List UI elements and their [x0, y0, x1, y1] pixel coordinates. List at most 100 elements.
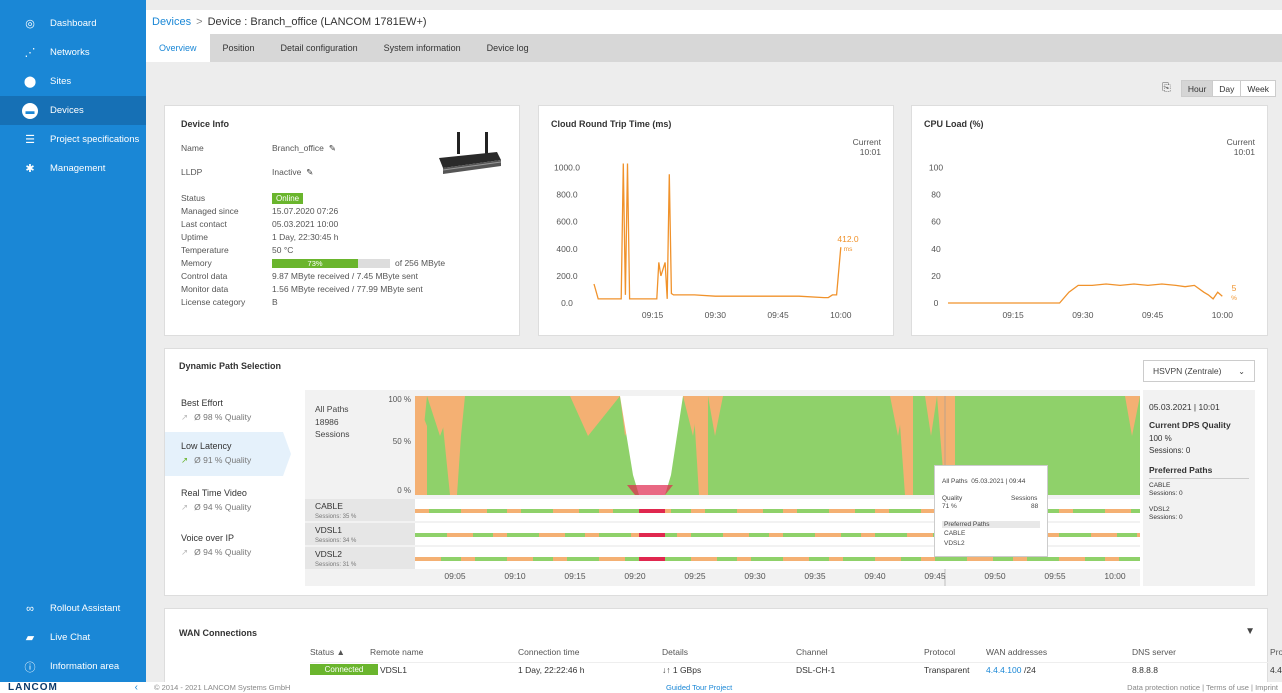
info-value: B [272, 297, 278, 307]
add-widget-button[interactable]: ⎘ [1156, 80, 1177, 97]
path-quality-segment [579, 509, 599, 513]
tab-overview[interactable]: Overview [146, 34, 210, 62]
path-quality-segment [691, 557, 717, 561]
info-key: Managed since [181, 206, 239, 216]
status-badge: Online [272, 193, 304, 204]
sidebar-item-sites[interactable]: ⬤ Sites [0, 67, 146, 96]
info-row-status: Status Online [181, 193, 304, 204]
dps-quality-low [627, 485, 673, 495]
x-tick-label: 09:40 [864, 571, 886, 581]
sidebar-item-information-area[interactable]: ⓘ Information area [0, 652, 146, 681]
column-header[interactable]: Details [662, 647, 688, 657]
path-quality-segment [461, 509, 487, 513]
breadcrumb-devices-link[interactable]: Devices [152, 16, 191, 28]
sidebar-item-label: Networks [50, 47, 90, 58]
summary-sessions: Sessions: 0 [1149, 446, 1191, 455]
path-quality-segment [1091, 533, 1117, 537]
path-sessions: Sessions: 35 % [315, 514, 357, 520]
memory-total: of 256 MByte [395, 258, 446, 268]
sidebar-item-devices[interactable]: ▬ Devices [0, 96, 146, 125]
collapse-sidebar-button[interactable]: ‹ [135, 682, 138, 693]
cpu-load-panel: CPU Load (%) Current 10:01 100 80 60 40 20 0 0… [911, 105, 1268, 336]
tab-detail-configuration[interactable]: Detail configuration [268, 34, 371, 62]
current-unit-label: % [1231, 295, 1237, 302]
x-tick-label: 09:15 [564, 571, 586, 581]
path-quality-segment [1119, 557, 1140, 561]
wan-address-link[interactable]: 4.4.4.100 [986, 665, 1021, 675]
tab-system-information[interactable]: System information [371, 34, 474, 62]
path-quality-segment [723, 533, 749, 537]
x-tick-label: 09:30 [1072, 310, 1094, 320]
column-header[interactable]: Provider gateway [1270, 647, 1282, 657]
table-row[interactable]: Connected VDSL1 1 Day, 22:22:46 h ↓↑ 1 G… [310, 662, 1282, 675]
info-value: Branch_office [272, 143, 324, 153]
range-day-button[interactable]: Day [1213, 80, 1242, 97]
dns-server: 8.8.8.8 [1132, 665, 1158, 675]
y-tick-label: 400.0 [556, 244, 578, 254]
sidebar-item-live-chat[interactable]: ▰ Live Chat [0, 623, 146, 652]
path-quality-segment [691, 509, 705, 513]
sessions-label: Sessions [315, 429, 350, 439]
sliders-icon: ☰ [25, 134, 35, 146]
sidebar-item-dashboard[interactable]: ◎ Dashboard [0, 9, 146, 38]
remote-name: VDSL1 [380, 665, 407, 675]
info-row-memory: Memory 73% of 256 MByte [181, 258, 445, 268]
path-quality-segment [473, 533, 493, 537]
path-quality-segment [829, 509, 855, 513]
path-quality-segment [521, 509, 553, 513]
path-quality-segment [737, 509, 763, 513]
range-week-button[interactable]: Week [1241, 80, 1276, 97]
path-quality-segment [1105, 557, 1119, 561]
tab-position[interactable]: Position [210, 34, 268, 62]
path-quality-red [639, 533, 665, 537]
wan-title: WAN Connections [179, 628, 257, 638]
pencil-icon[interactable]: ✎ [306, 167, 313, 178]
path-quality-segment [1059, 557, 1085, 561]
device-info-panel: Device Info Name Branch_office ✎ LLDP Inacti… [164, 105, 520, 336]
path-sessions: Sessions: 34 % [315, 538, 357, 544]
sidebar-item-project-specifications[interactable]: ☰ Project specifications [0, 125, 146, 154]
path-quality-segment [415, 509, 429, 513]
brand-bar: LANCOM ‹ [0, 682, 146, 693]
connection-time: 1 Day, 22:22:46 h [518, 665, 585, 675]
column-header[interactable]: Remote name [370, 647, 423, 657]
sidebar-item-management[interactable]: ✱ Management [0, 154, 146, 183]
summary-preferred-title: Preferred Paths [1149, 465, 1249, 479]
tooltip-path-cable: CABLE [944, 530, 966, 537]
path-quality-segment [717, 557, 737, 561]
path-quality-segment [429, 509, 461, 513]
x-tick-label: 09:15 [642, 310, 664, 320]
path-sessions: Sessions: 31 % [315, 562, 357, 568]
path-quality-red [639, 509, 665, 513]
path-quality-segment [599, 533, 631, 537]
x-tick-label: 10:00 [1104, 571, 1126, 581]
filter-icon[interactable]: ▼ [1245, 626, 1255, 637]
project-link[interactable]: Guided Tour Project [666, 682, 732, 693]
info-row-license-category: License category B [181, 297, 278, 307]
summary-path-name: CABLE [1149, 482, 1171, 489]
footer-links[interactable]: Data protection notice | Terms of use | … [1127, 682, 1278, 693]
column-header[interactable]: DNS server [1132, 647, 1176, 657]
info-value: 50 °C [272, 245, 294, 255]
column-header[interactable]: Protocol [924, 647, 955, 657]
column-header[interactable]: Status ▲ [310, 647, 345, 657]
dps-summary: 05.03.2021 | 10:01 Current DPS Quality 1… [1143, 390, 1255, 586]
pencil-icon[interactable]: ✎ [329, 143, 336, 154]
path-quality-segment [539, 533, 565, 537]
column-header[interactable]: Connection time [518, 647, 579, 657]
info-icon: ⓘ [24, 661, 36, 674]
sidebar-item-networks[interactable]: ⋰ Networks [0, 38, 146, 67]
path-quality-segment [487, 509, 507, 513]
sidebar-item-rollout-assistant[interactable]: ∞ Rollout Assistant [0, 594, 146, 623]
range-hour-button[interactable]: Hour [1180, 80, 1214, 97]
info-row-uptime: Uptime 1 Day, 22:30:45 h [181, 232, 338, 242]
info-key: Memory [181, 258, 212, 268]
wan-mask: /24 [1024, 665, 1036, 675]
path-quality-segment [461, 557, 475, 561]
column-header[interactable]: Channel [796, 647, 828, 657]
tab-device-log[interactable]: Device log [474, 34, 542, 62]
column-header[interactable]: WAN addresses [986, 647, 1047, 657]
path-name: VDSL1 [315, 525, 342, 535]
path-quality-segment [553, 557, 567, 561]
x-tick-label: 09:25 [684, 571, 706, 581]
